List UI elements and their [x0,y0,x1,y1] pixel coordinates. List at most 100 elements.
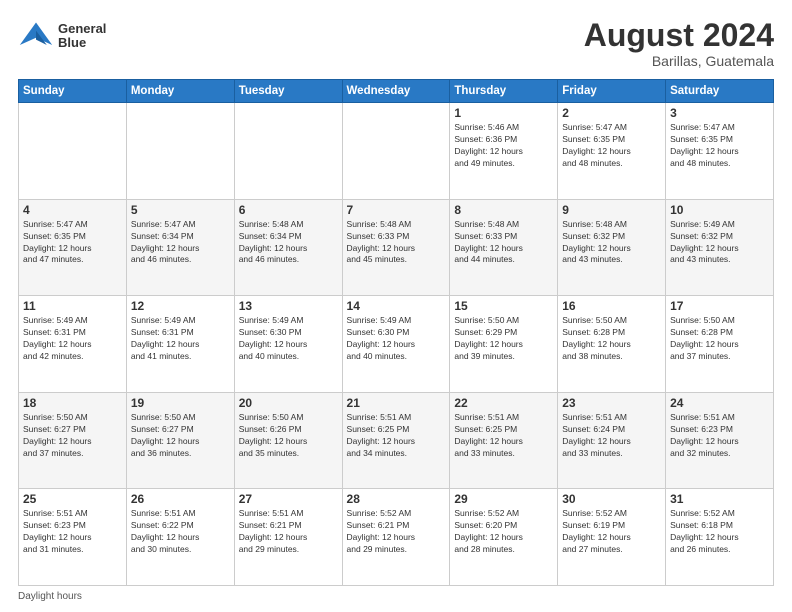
day-info: Sunrise: 5:52 AM Sunset: 6:19 PM Dayligh… [562,508,661,556]
day-number: 26 [131,492,230,506]
day-cell: 3 Sunrise: 5:47 AM Sunset: 6:35 PM Daylig… [666,103,774,200]
day-cell: 26 Sunrise: 5:51 AM Sunset: 6:22 PM Dayli… [126,489,234,586]
day-cell: 12Sunrise: 5:49 AM Sunset: 6:31 PM Dayli… [126,296,234,393]
day-cell: 25Sunrise: 5:51 AM Sunset: 6:23 PM Dayli… [19,489,127,586]
day-number: 7 [347,203,446,217]
day-number: 4 [23,203,122,217]
title-block: August 2024 Barillas, Guatemala [584,18,774,69]
day-info: Sunrise: 5:49 AM Sunset: 6:32 PM Dayligh… [670,219,769,267]
day-cell [234,103,342,200]
day-cell: 27Sunrise: 5:51 AM Sunset: 6:21 PM Dayli… [234,489,342,586]
day-cell: 2 Sunrise: 5:47 AM Sunset: 6:35 PM Daylig… [558,103,666,200]
logo-line2: Blue [58,36,106,50]
day-number: 17 [670,299,769,313]
day-info: Sunrise: 5:49 AM Sunset: 6:31 PM Dayligh… [23,315,122,363]
day-number: 11 [23,299,122,313]
day-cell: 19 Sunrise: 5:50 AM Sunset: 6:27 PM Dayli… [126,392,234,489]
day-number: 12 [131,299,230,313]
day-number: 6 [239,203,338,217]
day-info: Sunrise: 5:47 AM Sunset: 6:35 PM Dayligh… [670,122,769,170]
day-number: 3 [670,106,769,120]
day-cell: 8 Sunrise: 5:48 AM Sunset: 6:33 PM Daylig… [450,199,558,296]
day-info: Sunrise: 5:50 AM Sunset: 6:29 PM Dayligh… [454,315,553,363]
day-cell: 10 Sunrise: 5:49 AM Sunset: 6:32 PM Dayli… [666,199,774,296]
logo-line1: General [58,22,106,36]
day-info: Sunrise: 5:51 AM Sunset: 6:25 PM Dayligh… [347,412,446,460]
day-info: Sunrise: 5:50 AM Sunset: 6:28 PM Dayligh… [670,315,769,363]
day-number: 30 [562,492,661,506]
day-cell: 4Sunrise: 5:47 AM Sunset: 6:35 PM Daylig… [19,199,127,296]
weekday-header-wednesday: Wednesday [342,80,450,103]
day-info: Sunrise: 5:51 AM Sunset: 6:25 PM Dayligh… [454,412,553,460]
weekday-header-saturday: Saturday [666,80,774,103]
day-number: 25 [23,492,122,506]
day-cell: 21 Sunrise: 5:51 AM Sunset: 6:25 PM Dayli… [342,392,450,489]
location-subtitle: Barillas, Guatemala [584,53,774,69]
day-number: 31 [670,492,769,506]
day-cell: 18 Sunrise: 5:50 AM Sunset: 6:27 PM Dayli… [19,392,127,489]
day-cell: 7Sunrise: 5:48 AM Sunset: 6:33 PM Daylig… [342,199,450,296]
day-cell: 20 Sunrise: 5:50 AM Sunset: 6:26 PM Dayli… [234,392,342,489]
logo-text: General Blue [58,22,106,51]
day-cell: 24 Sunrise: 5:51 AM Sunset: 6:23 PM Dayli… [666,392,774,489]
day-number: 15 [454,299,553,313]
day-cell: 23 Sunrise: 5:51 AM Sunset: 6:24 PM Dayli… [558,392,666,489]
week-row-3: 11 Sunrise: 5:49 AM Sunset: 6:31 PM Dayli… [19,296,774,393]
day-cell: 14Sunrise: 5:49 AM Sunset: 6:30 PM Dayli… [342,296,450,393]
day-info: Sunrise: 5:51 AM Sunset: 6:22 PM Dayligh… [131,508,230,556]
footer-label: Daylight hours [18,591,82,602]
day-number: 9 [562,203,661,217]
day-info: Sunrise: 5:52 AM Sunset: 6:20 PM Dayligh… [454,508,553,556]
day-cell: 6Sunrise: 5:48 AM Sunset: 6:34 PM Daylig… [234,199,342,296]
day-number: 14 [347,299,446,313]
day-number: 1 [454,106,553,120]
page: General Blue August 2024 Barillas, Guate… [0,0,792,612]
day-info: Sunrise: 5:49 AM Sunset: 6:30 PM Dayligh… [239,315,338,363]
day-info: Sunrise: 5:51 AM Sunset: 6:21 PM Dayligh… [239,508,338,556]
day-cell: 16 Sunrise: 5:50 AM Sunset: 6:28 PM Dayli… [558,296,666,393]
day-info: Sunrise: 5:48 AM Sunset: 6:33 PM Dayligh… [454,219,553,267]
header: General Blue August 2024 Barillas, Guate… [18,18,774,69]
day-number: 10 [670,203,769,217]
day-number: 13 [239,299,338,313]
day-number: 24 [670,396,769,410]
logo: General Blue [18,18,106,54]
day-cell: 9Sunrise: 5:48 AM Sunset: 6:32 PM Daylig… [558,199,666,296]
day-cell: 22Sunrise: 5:51 AM Sunset: 6:25 PM Dayli… [450,392,558,489]
day-number: 8 [454,203,553,217]
day-number: 21 [347,396,446,410]
day-info: Sunrise: 5:50 AM Sunset: 6:28 PM Dayligh… [562,315,661,363]
day-cell [19,103,127,200]
day-info: Sunrise: 5:52 AM Sunset: 6:18 PM Dayligh… [670,508,769,556]
day-number: 19 [131,396,230,410]
weekday-header-friday: Friday [558,80,666,103]
day-info: Sunrise: 5:50 AM Sunset: 6:26 PM Dayligh… [239,412,338,460]
day-number: 28 [347,492,446,506]
day-number: 18 [23,396,122,410]
day-number: 29 [454,492,553,506]
day-number: 2 [562,106,661,120]
day-cell: 28 Sunrise: 5:52 AM Sunset: 6:21 PM Dayli… [342,489,450,586]
day-info: Sunrise: 5:50 AM Sunset: 6:27 PM Dayligh… [131,412,230,460]
day-cell [126,103,234,200]
day-number: 23 [562,396,661,410]
day-info: Sunrise: 5:47 AM Sunset: 6:35 PM Dayligh… [562,122,661,170]
footer: Daylight hours [18,591,774,602]
day-number: 20 [239,396,338,410]
day-cell: 29 Sunrise: 5:52 AM Sunset: 6:20 PM Dayli… [450,489,558,586]
day-info: Sunrise: 5:51 AM Sunset: 6:24 PM Dayligh… [562,412,661,460]
day-cell: 1Sunrise: 5:46 AM Sunset: 6:36 PM Daylig… [450,103,558,200]
day-cell: 31 Sunrise: 5:52 AM Sunset: 6:18 PM Dayli… [666,489,774,586]
day-cell: 11 Sunrise: 5:49 AM Sunset: 6:31 PM Dayli… [19,296,127,393]
day-info: Sunrise: 5:50 AM Sunset: 6:27 PM Dayligh… [23,412,122,460]
day-info: Sunrise: 5:51 AM Sunset: 6:23 PM Dayligh… [670,412,769,460]
weekday-header-monday: Monday [126,80,234,103]
day-info: Sunrise: 5:52 AM Sunset: 6:21 PM Dayligh… [347,508,446,556]
day-number: 16 [562,299,661,313]
weekday-header-tuesday: Tuesday [234,80,342,103]
week-row-4: 18 Sunrise: 5:50 AM Sunset: 6:27 PM Dayli… [19,392,774,489]
day-cell: 13 Sunrise: 5:49 AM Sunset: 6:30 PM Dayli… [234,296,342,393]
day-cell: 17 Sunrise: 5:50 AM Sunset: 6:28 PM Dayli… [666,296,774,393]
week-row-1: 1Sunrise: 5:46 AM Sunset: 6:36 PM Daylig… [19,103,774,200]
calendar-table: SundayMondayTuesdayWednesdayThursdayFrid… [18,79,774,586]
